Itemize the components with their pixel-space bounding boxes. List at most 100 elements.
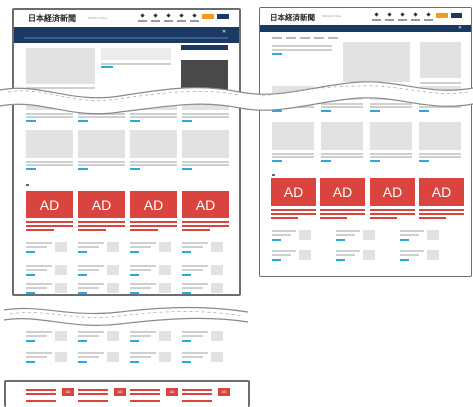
right-row-link[interactable] (272, 259, 281, 261)
left-row3-card-link[interactable] (26, 168, 36, 170)
left-top-link[interactable] (101, 66, 113, 68)
right-row2-card-text (370, 106, 412, 108)
left-logo: 日本経済新聞 (28, 13, 76, 23)
left-row2-card-link[interactable] (182, 120, 192, 122)
left-ad-text (26, 229, 55, 231)
left-row-text (130, 283, 156, 285)
right-ad-text (370, 213, 415, 215)
left-ad-text (130, 225, 177, 227)
left-row-link[interactable] (182, 274, 191, 276)
left-ad-block[interactable]: AD (26, 191, 73, 218)
left-row-text (78, 265, 104, 267)
right-ad-text (271, 217, 298, 219)
right-ad-block[interactable]: AD (419, 178, 464, 206)
left-ad-block[interactable]: AD (182, 191, 229, 218)
right-row3-card-link[interactable] (419, 160, 429, 162)
right-row-link[interactable] (272, 239, 281, 241)
right-ad-text (271, 209, 316, 211)
left-row-thumb (107, 283, 119, 293)
left-orange-button[interactable] (202, 14, 214, 19)
right-row2-card-link[interactable] (272, 110, 282, 112)
right-row-link[interactable] (336, 239, 345, 241)
left-row3-card-link[interactable] (130, 168, 140, 170)
right-row3-card-link[interactable] (321, 160, 331, 162)
right-top-link[interactable] (272, 53, 282, 55)
right-login-button[interactable] (451, 13, 462, 18)
left-top-text (101, 63, 171, 65)
bottom-ad-text (182, 393, 212, 395)
right-ad-block[interactable]: AD (320, 178, 365, 206)
left-row-link[interactable] (130, 292, 139, 294)
nav-icon-label (385, 19, 394, 21)
left-row-thumb (211, 283, 223, 293)
left-row-link[interactable] (78, 292, 87, 294)
left-top-hero-image (26, 48, 95, 84)
bottom-row-link[interactable] (26, 361, 35, 363)
left-ad-block[interactable]: AD (130, 191, 177, 218)
left-ad-block[interactable]: AD (78, 191, 125, 218)
left-row3-card-image (26, 130, 73, 158)
left-close-icon[interactable]: ✕ (222, 29, 226, 35)
left-row-link[interactable] (78, 251, 87, 253)
left-ad-text (182, 225, 229, 227)
left-row-link[interactable] (182, 292, 191, 294)
bottom-row-thumb (211, 331, 223, 341)
right-ad-block[interactable]: AD (271, 178, 316, 206)
right-row2-card-link[interactable] (321, 110, 331, 112)
bottom-row-text (182, 331, 208, 333)
left-row3-card-image (130, 130, 177, 158)
bottom-row-link[interactable] (182, 361, 191, 363)
left-row3-card-text (130, 161, 177, 163)
right-orange-button[interactable] (436, 13, 448, 18)
right-row2-card-link[interactable] (370, 110, 380, 112)
left-row-link[interactable] (130, 274, 139, 276)
right-row-link[interactable] (336, 259, 345, 261)
left-row-link[interactable] (26, 274, 35, 276)
bottom-row-link[interactable] (130, 340, 139, 342)
left-row3-card-link[interactable] (182, 168, 192, 170)
bottom-row-link[interactable] (78, 340, 87, 342)
left-row-text (182, 269, 203, 271)
bottom-ad-block[interactable]: AD (114, 388, 126, 396)
bottom-row-thumb (107, 331, 119, 341)
bottom-row-link[interactable] (26, 340, 35, 342)
right-tagline: NIKKEI Online (322, 14, 342, 18)
right-ad-section-marker (272, 174, 275, 176)
left-row-link[interactable] (78, 274, 87, 276)
left-row-text (78, 283, 104, 285)
right-row3-card-link[interactable] (370, 160, 380, 162)
right-row-link[interactable] (400, 239, 409, 241)
left-row2-card-link[interactable] (130, 120, 140, 122)
bottom-row-link[interactable] (130, 361, 139, 363)
left-row3-card-link[interactable] (78, 168, 88, 170)
right-row-text (336, 230, 360, 232)
left-row-link[interactable] (182, 251, 191, 253)
bottom-ad-block[interactable]: AD (62, 388, 74, 396)
right-row3-card-link[interactable] (272, 160, 282, 162)
right-row-thumb (427, 230, 439, 240)
bottom-row-thumb (107, 352, 119, 362)
bottom-ad-block[interactable]: AD (218, 388, 230, 396)
right-row-link[interactable] (400, 259, 409, 261)
left-row2-card-link[interactable] (78, 120, 88, 122)
bottom-ad-block[interactable]: AD (166, 388, 178, 396)
left-row-link[interactable] (26, 292, 35, 294)
right-row2-card-link[interactable] (419, 110, 429, 112)
bottom-row-link[interactable] (182, 340, 191, 342)
right-ad-block[interactable]: AD (370, 178, 415, 206)
left-login-button[interactable] (217, 14, 229, 19)
right-close-icon[interactable]: ✕ (458, 25, 462, 31)
right-subnav (286, 37, 296, 39)
left-row-text (182, 287, 203, 289)
left-row-link[interactable] (130, 251, 139, 253)
right-row3-card-text (370, 153, 412, 155)
left-row-link[interactable] (26, 251, 35, 253)
left-row2-card-link[interactable] (26, 120, 36, 122)
bottom-row-link[interactable] (78, 361, 87, 363)
right-top-side-image (420, 42, 461, 78)
left-row-thumb (159, 242, 171, 252)
left-row-thumb (211, 242, 223, 252)
left-row-text (26, 287, 47, 289)
left-row-text (26, 269, 47, 271)
right-row2-card-image (272, 86, 314, 100)
